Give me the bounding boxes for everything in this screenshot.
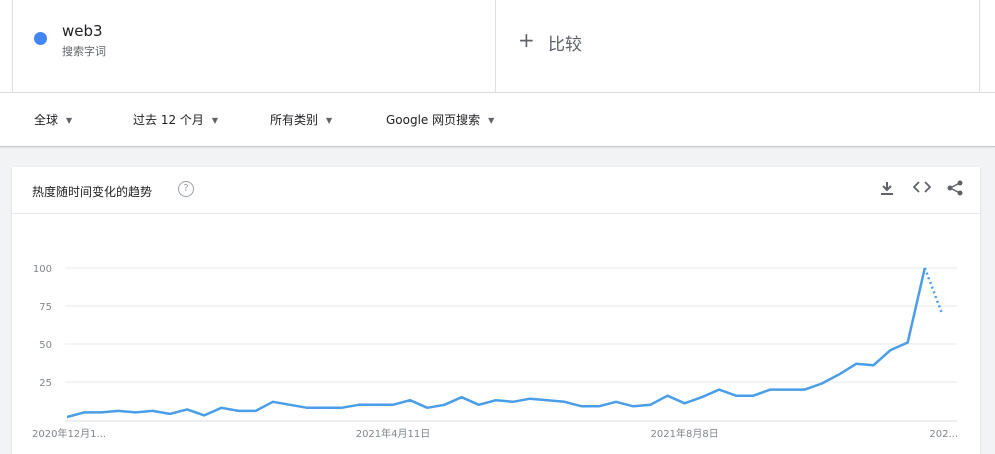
- y-tick-label: 100: [33, 264, 52, 275]
- region-filter[interactable]: 全球 ▼: [34, 111, 72, 128]
- series-line: [66, 267, 927, 419]
- search-term-bar: web3 搜索字词 + 比较: [0, 0, 995, 93]
- chevron-down-icon: ▼: [488, 116, 495, 125]
- card-title: 热度随时间变化的趋势: [32, 185, 153, 199]
- embed-code-icon[interactable]: [912, 180, 932, 198]
- card-header: 热度随时间变化的趋势 ?: [12, 167, 980, 214]
- search-term-card[interactable]: web3 搜索字词: [12, 0, 496, 93]
- partial-data-line: [923, 267, 944, 315]
- term-color-dot: [34, 32, 47, 45]
- interest-over-time-card: 热度随时间变化的趋势 ? 25 50 75 100 2020年12月1... 2021年4…: [12, 167, 980, 454]
- trend-chart[interactable]: 25 50 75 100 2020年12月1... 2021年4月11日 2021年8月8日…: [12, 214, 980, 454]
- search-type-filter-label: Google 网页搜索: [386, 113, 481, 127]
- region-filter-label: 全球: [34, 113, 59, 127]
- time-filter-label: 过去 12 个月: [133, 113, 204, 127]
- plus-icon: +: [518, 28, 535, 52]
- chevron-down-icon: ▼: [326, 116, 333, 125]
- x-tick-label: 2021年4月11日: [356, 427, 431, 440]
- y-tick-label: 50: [39, 340, 52, 351]
- y-tick-label: 25: [39, 378, 52, 389]
- compare-label: 比较: [548, 35, 582, 55]
- time-filter[interactable]: 过去 12 个月 ▼: [133, 111, 218, 128]
- x-tick-label: 2021年8月8日: [651, 427, 719, 440]
- x-tick-label: 2020年12月1...: [32, 427, 106, 440]
- help-icon[interactable]: ?: [178, 181, 194, 197]
- x-tick-label: 202...: [929, 429, 958, 440]
- term-name[interactable]: web3: [62, 22, 103, 40]
- download-icon[interactable]: [880, 180, 894, 200]
- term-subtitle: 搜索字词: [62, 45, 106, 58]
- y-tick-label: 75: [39, 302, 52, 313]
- share-icon[interactable]: [947, 180, 963, 200]
- compare-button[interactable]: + 比较: [496, 0, 980, 93]
- category-filter-label: 所有类别: [270, 113, 319, 127]
- search-type-filter[interactable]: Google 网页搜索 ▼: [386, 111, 494, 128]
- category-filter[interactable]: 所有类别 ▼: [270, 111, 332, 128]
- chevron-down-icon: ▼: [211, 116, 219, 125]
- chevron-down-icon: ▼: [66, 116, 73, 125]
- filter-bar: 全球 ▼ 过去 12 个月 ▼ 所有类别 ▼ Google 网页搜索 ▼: [0, 93, 995, 147]
